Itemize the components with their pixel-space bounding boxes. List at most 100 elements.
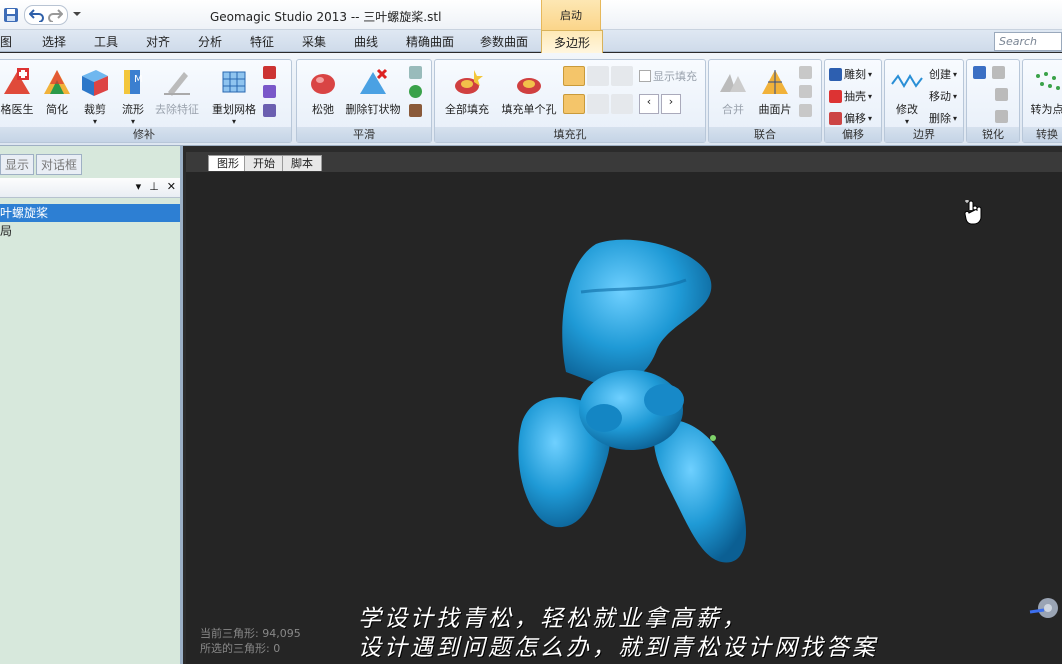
tab-display[interactable]: 显示 xyxy=(0,154,35,175)
fill-curvature-icon[interactable] xyxy=(563,94,585,114)
tab-capture[interactable]: 采集 xyxy=(302,33,326,50)
dropdown-icon[interactable]: ▾ xyxy=(136,180,142,193)
ribbon-tab-bar: 图 选择 工具 对齐 分析 特征 采集 曲线 精确曲面 参数曲面 多边形 xyxy=(0,30,1062,53)
tab-curves[interactable]: 曲线 xyxy=(354,33,378,50)
offset-label: 偏移 xyxy=(844,112,866,125)
create-boundary-row[interactable]: 创建 ▾ xyxy=(929,66,957,82)
sphere-icon[interactable] xyxy=(409,85,422,98)
tri-gray-icon[interactable] xyxy=(799,66,812,79)
tab-start[interactable]: 开始 xyxy=(244,155,284,171)
gear-mesh-icon[interactable] xyxy=(263,104,276,117)
relax-button[interactable]: 松弛 xyxy=(303,66,343,117)
merge-button[interactable]: 合并 xyxy=(713,66,753,117)
trim-label: 裁剪 xyxy=(84,103,106,116)
dots-icon[interactable] xyxy=(409,66,422,79)
save-icon[interactable] xyxy=(2,6,20,24)
fill-single-button[interactable]: 填充单个孔 xyxy=(497,66,561,117)
relax-icon xyxy=(311,74,335,94)
fill-mode-row-2: ‹ › xyxy=(563,94,681,114)
tab-polygons[interactable]: 多边形 xyxy=(541,30,604,53)
undo-icon[interactable] xyxy=(28,6,45,25)
remesh-button[interactable]: 重划网格 ▾ xyxy=(209,66,259,126)
tab-dialog[interactable]: 对话框 xyxy=(36,154,83,175)
fill-bridge-icon[interactable] xyxy=(611,66,633,86)
convert-to-points-label: 转为点 xyxy=(1030,103,1062,116)
view-axis-icon[interactable] xyxy=(1028,592,1062,629)
fill-complete-icon[interactable] xyxy=(563,66,585,86)
tree-item-local[interactable]: 局 xyxy=(0,222,180,240)
tab-analysis[interactable]: 分析 xyxy=(198,33,222,50)
tab-graphics[interactable]: 图形 xyxy=(208,155,248,171)
cube-red-icon[interactable] xyxy=(263,66,276,79)
search-input[interactable]: Search xyxy=(994,32,1062,51)
mesh-doctor-icon xyxy=(4,68,30,94)
modify-boundary-button[interactable]: 修改 ▾ xyxy=(889,66,925,126)
graphics-viewport[interactable] xyxy=(186,172,1062,664)
group-fill-holes-label: 填充孔 xyxy=(435,127,705,142)
fill-all-button[interactable]: 全部填充 xyxy=(441,66,493,117)
remove-features-label: 去除特征 xyxy=(155,103,199,116)
remesh-label: 重划网格 xyxy=(212,103,256,116)
tab-tools[interactable]: 工具 xyxy=(94,33,118,50)
sharpen-wizard-icon[interactable] xyxy=(973,66,986,79)
patch-button[interactable]: 曲面片 xyxy=(755,66,795,117)
group-repair-label: 修补 xyxy=(0,127,291,142)
fill-edge-icon[interactable] xyxy=(587,66,609,86)
video-subtitle: 学设计找青松，轻松就业拿高薪， 设计遇到问题怎么办，就到青松设计网找答案 xyxy=(358,605,878,663)
sand-icon[interactable] xyxy=(409,104,422,117)
remove-spikes-label: 删除钉状物 xyxy=(345,103,401,116)
undo-redo-group xyxy=(24,5,68,25)
split-gray-icon[interactable] xyxy=(799,104,812,117)
offset-icon xyxy=(829,111,842,125)
cube-purple-icon[interactable] xyxy=(263,85,276,98)
manifold-button[interactable]: M 流形 ▾ xyxy=(115,66,151,126)
fill-single-icon xyxy=(517,78,541,94)
engrave-row[interactable]: 雕刻 ▾ xyxy=(829,66,872,82)
tab-parametric-surfaces[interactable]: 参数曲面 xyxy=(480,33,528,50)
simplify-button[interactable]: 简化 xyxy=(39,66,75,117)
viewport-tabs: 图形 开始 脚本 xyxy=(186,152,1062,172)
tab-features[interactable]: 特征 xyxy=(250,33,274,50)
modify-label: 修改 xyxy=(896,103,918,116)
tab-view[interactable]: 图 xyxy=(0,33,12,50)
fill-flat-icon[interactable] xyxy=(611,94,633,114)
manifold-icon: M xyxy=(124,70,143,94)
redo-icon[interactable] xyxy=(47,6,64,25)
offset-row[interactable]: 偏移 ▾ xyxy=(829,110,872,126)
delete-boundary-row[interactable]: 删除 ▾ xyxy=(929,110,957,126)
close-icon[interactable]: ✕ xyxy=(167,180,176,193)
remove-features-button[interactable]: 去除特征 xyxy=(153,66,201,117)
hand-cursor-icon xyxy=(963,199,985,229)
repair-small-tools xyxy=(263,66,276,117)
group-offset-label: 偏移 xyxy=(825,127,881,142)
selected-triangles: 所选的三角形: 0 xyxy=(200,642,281,655)
group-convert: 转为点 转换 xyxy=(1022,59,1062,143)
sharpen-extend-icon[interactable] xyxy=(992,66,1005,79)
group-boundary-label: 边界 xyxy=(885,127,963,142)
sharpen-row-1 xyxy=(973,66,1005,79)
tab-script[interactable]: 脚本 xyxy=(282,155,322,171)
customize-qat-icon[interactable] xyxy=(72,9,82,22)
sharpen-arrows-icon[interactable] xyxy=(995,88,1008,101)
convert-to-points-button[interactable]: 转为点 xyxy=(1027,66,1062,117)
show-fill-checkbox[interactable] xyxy=(639,70,651,82)
trim-button[interactable]: 裁剪 ▾ xyxy=(77,66,113,126)
mesh-doctor-button[interactable]: 格医生 xyxy=(0,66,35,117)
move-boundary-row[interactable]: 移动 ▾ xyxy=(929,88,957,104)
link-gray-icon[interactable] xyxy=(799,85,812,98)
create-label: 创建 xyxy=(929,68,951,81)
remove-spikes-icon xyxy=(360,68,388,94)
tab-align[interactable]: 对齐 xyxy=(146,33,170,50)
next-arrow-icon[interactable]: › xyxy=(661,94,681,114)
remove-spikes-button[interactable]: 删除钉状物 xyxy=(343,66,403,117)
fill-tangent-icon[interactable] xyxy=(587,94,609,114)
tree-item-model[interactable]: 叶螺旋桨 xyxy=(0,204,180,222)
sharpen-corner-icon[interactable] xyxy=(995,110,1008,123)
model-manager-panel: 显示 对话框 ▾ ⊥ ✕ 叶螺旋桨 局 xyxy=(0,146,183,664)
tab-exact-surfaces[interactable]: 精确曲面 xyxy=(406,33,454,50)
tab-select[interactable]: 选择 xyxy=(42,33,66,50)
previous-arrow-icon[interactable]: ‹ xyxy=(639,94,659,114)
pin-icon[interactable]: ⊥ xyxy=(149,180,159,193)
shell-row[interactable]: 抽壳 ▾ xyxy=(829,88,872,104)
fill-all-icon xyxy=(455,70,483,94)
